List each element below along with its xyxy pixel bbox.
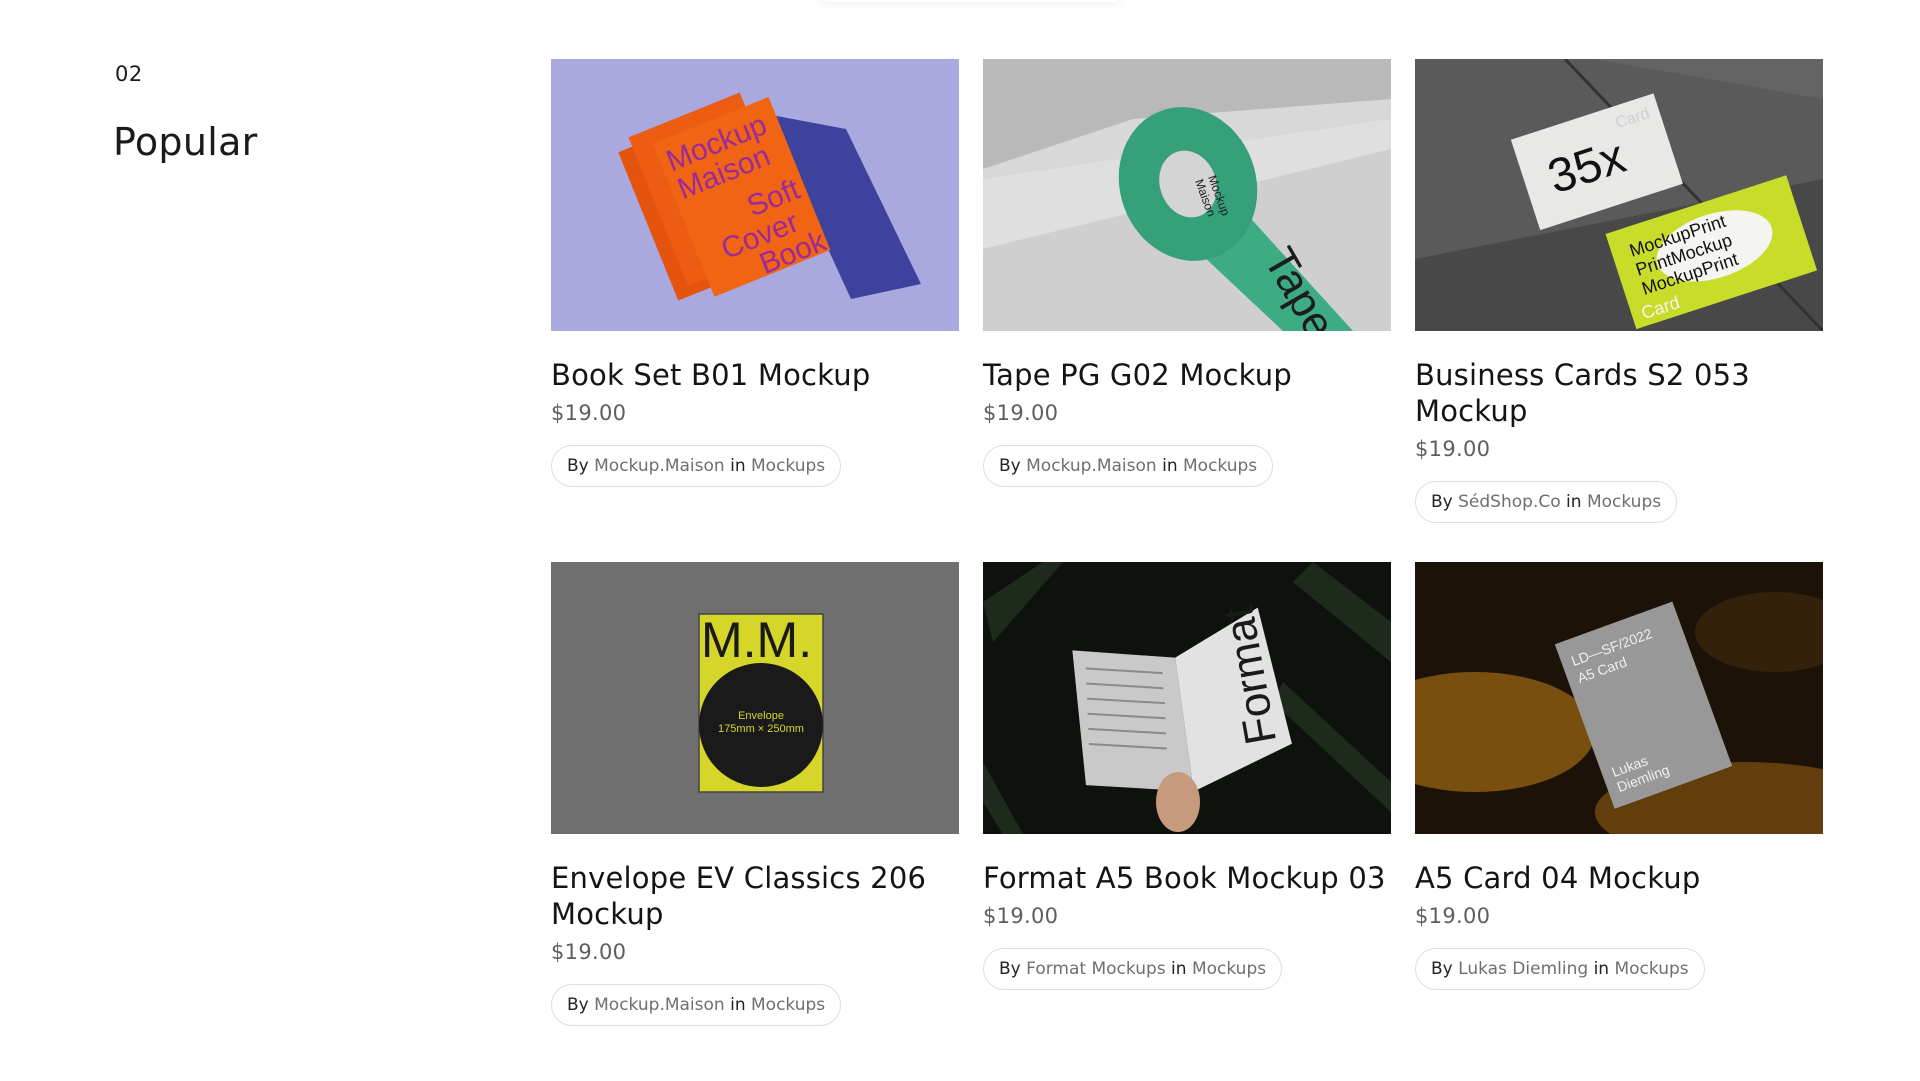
product-card: Tape Mockup Maison Tape PG G02 Mockup $1… [983,59,1391,487]
product-card: 35x Card MockupPrint PrintMockup MockupP… [1415,59,1823,523]
product-title[interactable]: Envelope EV Classics 206 Mockup [551,860,959,932]
author-link[interactable]: Mockup.Maison [1026,456,1157,476]
product-title[interactable]: Format A5 Book Mockup 03 [983,860,1391,896]
product-price: $19.00 [1415,904,1491,928]
product-meta-chip: By Mockup.Maison in Mockups [983,445,1274,487]
product-meta-chip: By Mockup.Maison in Mockups [551,445,842,487]
top-search-pill [820,0,1120,2]
product-title[interactable]: Business Cards S2 053 Mockup [1415,357,1823,429]
product-image-tape[interactable]: Tape Mockup Maison [983,59,1391,331]
category-link[interactable]: Mockups [1192,959,1266,979]
product-card: M.M. Envelope 175mm × 250mm Envelope EV … [551,562,959,1026]
envelope-mm-text: M.M. [701,612,812,668]
product-price: $19.00 [551,401,627,425]
product-price: $19.00 [983,904,1059,928]
category-link[interactable]: Mockups [1587,492,1661,512]
svg-text:175mm × 250mm: 175mm × 250mm [718,723,804,735]
section-title: Popular [113,120,258,164]
product-image-a5-card[interactable]: LD—SF/2022 A5 Card Lukas Diemling [1415,562,1823,834]
product-image-business-cards[interactable]: 35x Card MockupPrint PrintMockup MockupP… [1415,59,1823,331]
category-link[interactable]: Mockups [1614,959,1688,979]
author-link[interactable]: Format Mockups [1026,959,1165,979]
product-meta-chip: By Format Mockups in Mockups [983,948,1283,990]
category-link[interactable]: Mockups [1183,456,1257,476]
category-link[interactable]: Mockups [751,456,825,476]
product-meta-chip: By Mockup.Maison in Mockups [551,984,842,1026]
author-link[interactable]: Mockup.Maison [594,456,725,476]
product-card: LD—SF/2022 A5 Card Lukas Diemling A5 Car… [1415,562,1823,990]
product-image-book-set[interactable]: Mockup Maison Soft Cover Book [551,59,959,331]
svg-text:Envelope: Envelope [738,710,784,722]
product-price: $19.00 [983,401,1059,425]
author-link[interactable]: SédShop.Co [1458,492,1560,512]
product-meta-chip: By SédShop.Co in Mockups [1415,481,1678,523]
section-number: 02 [115,62,143,86]
product-price: $19.00 [551,940,627,964]
product-meta-chip: By Lukas Diemling in Mockups [1415,948,1705,990]
product-title[interactable]: Book Set B01 Mockup [551,357,959,393]
product-card: Format Format A5 Book Mockup 03 $19.00 B… [983,562,1391,990]
author-link[interactable]: Lukas Diemling [1458,959,1588,979]
product-card: Mockup Maison Soft Cover Book Book Set B… [551,59,959,487]
category-link[interactable]: Mockups [751,995,825,1015]
product-price: $19.00 [1415,437,1491,461]
author-link[interactable]: Mockup.Maison [594,995,725,1015]
product-title[interactable]: Tape PG G02 Mockup [983,357,1391,393]
product-title[interactable]: A5 Card 04 Mockup [1415,860,1823,896]
product-image-envelope[interactable]: M.M. Envelope 175mm × 250mm [551,562,959,834]
product-image-format-book[interactable]: Format [983,562,1391,834]
